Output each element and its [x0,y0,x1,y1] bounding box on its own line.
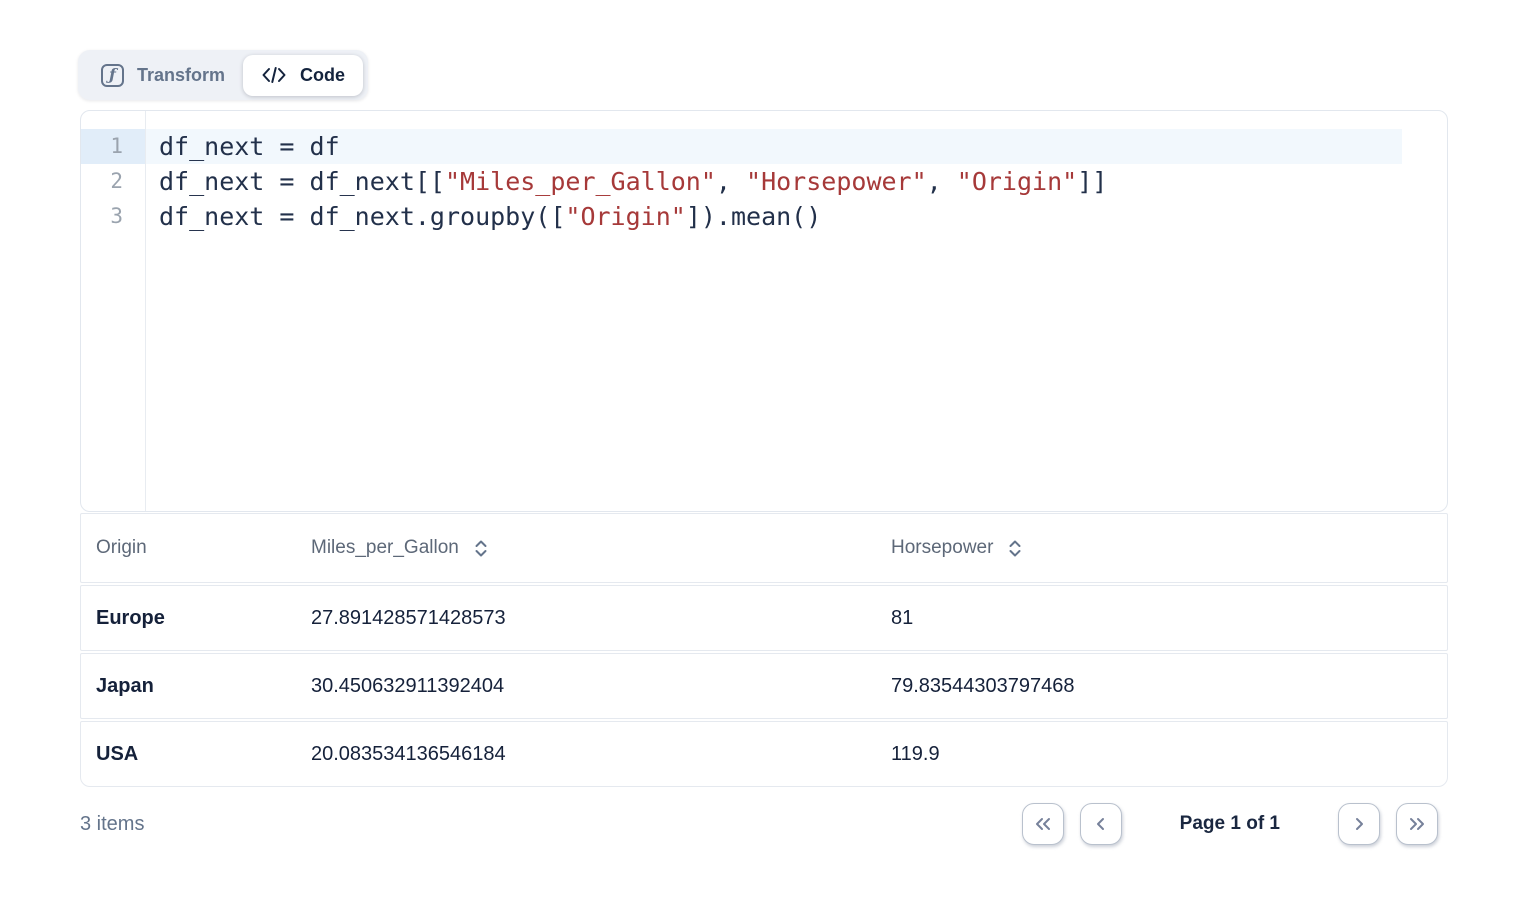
table-row: Europe 27.891428571428573 81 [80,585,1448,651]
string-token: "Horsepower" [746,167,927,196]
string-token: "Origin" [565,202,685,231]
tab-transform-label: Transform [137,65,225,86]
code-token: ]).mean() [686,202,821,231]
line-number: 1 [81,129,145,164]
column-label: Miles_per_Gallon [311,537,459,559]
code-line-1: df_next = df [146,129,1402,164]
sort-icon [473,538,489,559]
code-line-3: df_next = df_next.groupby(["Origin"]).me… [146,199,1447,234]
code-content: df_next = df df_next = df_next[["Miles_p… [146,111,1447,511]
cell-origin: Japan [81,675,311,698]
table-header-row: Origin Miles_per_Gallon Horsepower [80,513,1448,583]
sort-toggle-horsepower[interactable] [1007,538,1023,559]
chevrons-left-icon [1032,814,1054,834]
string-token: "Origin" [957,167,1077,196]
chevron-left-icon [1091,814,1111,834]
tab-transform[interactable]: ƒ Transform [83,55,243,96]
string-token: "Miles_per_Gallon" [445,167,716,196]
view-tab-bar: ƒ Transform Code [78,50,368,100]
column-label: Horsepower [891,537,993,559]
code-token: df_next = df [159,132,340,161]
cell-horsepower: 81 [891,607,1447,630]
column-header-horsepower: Horsepower [891,537,1447,559]
previous-page-button[interactable] [1080,803,1122,845]
cell-origin: USA [81,743,311,766]
page-indicator: Page 1 of 1 [1180,813,1280,835]
tab-code[interactable]: Code [243,55,363,96]
code-line-2: df_next = df_next[["Miles_per_Gallon", "… [146,164,1447,199]
cell-horsepower: 79.83544303797468 [891,675,1447,698]
code-icon [261,65,287,85]
first-page-button[interactable] [1022,803,1064,845]
code-token: , [716,167,746,196]
cell-miles-per-gallon: 30.450632911392404 [311,675,891,698]
code-token: df_next = df_next[[ [159,167,445,196]
table-row: Japan 30.450632911392404 79.835443037974… [80,653,1448,719]
cell-origin: Europe [81,607,311,630]
line-number: 2 [81,164,145,199]
dataframe-transform-widget: ƒ Transform Code 1 2 3 df_next = df df_n… [0,0,1516,918]
cell-miles-per-gallon: 20.083534136546184 [311,743,891,766]
table-row: USA 20.083534136546184 119.9 [80,721,1448,787]
code-editor[interactable]: 1 2 3 df_next = df df_next = df_next[["M… [80,110,1448,512]
chevrons-right-icon [1406,814,1428,834]
cell-miles-per-gallon: 27.891428571428573 [311,607,891,630]
line-number: 3 [81,199,145,234]
cell-horsepower: 119.9 [891,743,1447,766]
line-number-gutter: 1 2 3 [81,111,146,511]
pagination-controls: Page 1 of 1 [1022,803,1448,845]
items-count: 3 items [80,813,144,836]
sort-toggle-miles-per-gallon[interactable] [473,538,489,559]
table-footer: 3 items Page 1 of 1 [80,802,1448,846]
chevron-right-icon [1349,814,1369,834]
last-page-button[interactable] [1396,803,1438,845]
tab-code-label: Code [300,65,345,86]
code-token: , [927,167,957,196]
function-icon: ƒ [101,64,124,87]
column-header-origin: Origin [81,537,311,559]
next-page-button[interactable] [1338,803,1380,845]
result-table: Origin Miles_per_Gallon Horsepower [80,513,1448,787]
code-token: ]] [1077,167,1107,196]
code-token: df_next = df_next.groupby([ [159,202,565,231]
sort-icon [1007,538,1023,559]
column-label: Origin [96,537,147,559]
column-header-miles-per-gallon: Miles_per_Gallon [311,537,891,559]
